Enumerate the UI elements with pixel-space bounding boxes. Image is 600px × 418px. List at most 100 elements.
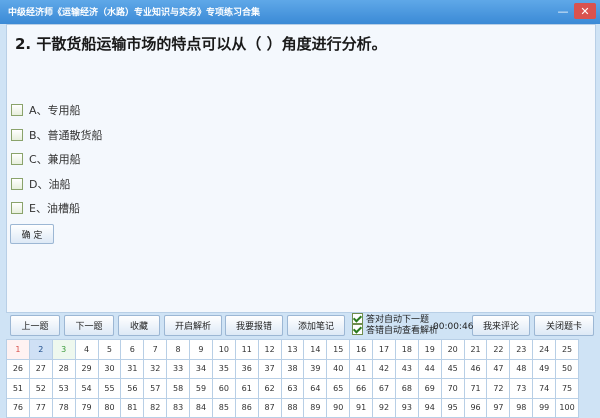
answer-card-cell[interactable]: 81 — [121, 398, 145, 418]
answer-card-cell[interactable]: 11 — [235, 340, 259, 360]
answer-card-cell[interactable]: 51 — [7, 379, 30, 399]
answer-card-cell[interactable]: 20 — [441, 340, 465, 360]
answer-card-cell[interactable]: 43 — [395, 359, 419, 379]
answer-card-cell[interactable]: 70 — [441, 379, 465, 399]
answer-card-cell[interactable]: 23 — [510, 340, 534, 360]
answer-card-cell[interactable]: 52 — [29, 379, 53, 399]
answer-card-cell[interactable]: 96 — [464, 398, 488, 418]
answer-card-cell[interactable]: 58 — [167, 379, 191, 399]
option-d-checkbox[interactable] — [11, 178, 23, 190]
answer-card-cell[interactable]: 29 — [75, 359, 99, 379]
answer-card-cell[interactable]: 57 — [144, 379, 168, 399]
answer-card-cell[interactable]: 26 — [7, 359, 30, 379]
confirm-button[interactable]: 确 定 — [10, 224, 54, 244]
answer-card-cell[interactable]: 38 — [281, 359, 305, 379]
answer-card-cell[interactable]: 91 — [350, 398, 374, 418]
answer-card-cell[interactable]: 34 — [190, 359, 213, 379]
favorite-button[interactable]: 收藏 — [118, 315, 160, 336]
answer-card-cell[interactable]: 94 — [418, 398, 442, 418]
answer-card-cell[interactable]: 100 — [556, 398, 579, 418]
auto-analysis-checkbox[interactable] — [352, 324, 363, 335]
option-d[interactable]: D、油船 — [11, 176, 70, 192]
answer-card-cell[interactable]: 79 — [75, 398, 99, 418]
answer-card-cell[interactable]: 59 — [190, 379, 213, 399]
answer-card-cell[interactable]: 77 — [29, 398, 53, 418]
answer-card-cell[interactable]: 95 — [441, 398, 465, 418]
report-error-button[interactable]: 我要报错 — [225, 315, 283, 336]
answer-card-cell[interactable]: 31 — [121, 359, 145, 379]
answer-card-cell[interactable]: 16 — [350, 340, 374, 360]
comment-button[interactable]: 我来评论 — [472, 315, 530, 336]
answer-card-cell[interactable]: 74 — [533, 379, 557, 399]
answer-card-cell[interactable]: 37 — [258, 359, 282, 379]
answer-card-cell[interactable]: 27 — [29, 359, 53, 379]
answer-card-cell[interactable]: 8 — [167, 340, 191, 360]
answer-card-cell[interactable]: 56 — [121, 379, 145, 399]
add-note-button[interactable]: 添加笔记 — [287, 315, 345, 336]
answer-card-cell[interactable]: 39 — [304, 359, 328, 379]
option-c[interactable]: C、兼用船 — [11, 151, 81, 167]
answer-card-cell[interactable]: 3 — [52, 340, 76, 360]
open-analysis-button[interactable]: 开启解析 — [164, 315, 222, 336]
answer-card-cell[interactable]: 21 — [464, 340, 488, 360]
auto-analysis-toggle[interactable]: 答错自动查看解析 — [352, 323, 438, 336]
answer-card-cell[interactable]: 60 — [212, 379, 236, 399]
option-b[interactable]: B、普通散货船 — [11, 127, 103, 143]
answer-card-cell[interactable]: 76 — [7, 398, 30, 418]
answer-card-cell[interactable]: 41 — [350, 359, 374, 379]
answer-card-cell[interactable]: 44 — [418, 359, 442, 379]
answer-card-cell[interactable]: 19 — [418, 340, 442, 360]
answer-card-cell[interactable]: 1 — [7, 340, 30, 360]
option-b-checkbox[interactable] — [11, 129, 23, 141]
answer-card-cell[interactable]: 30 — [98, 359, 122, 379]
answer-card-cell[interactable]: 36 — [235, 359, 259, 379]
answer-card-cell[interactable]: 82 — [144, 398, 168, 418]
answer-card-cell[interactable]: 28 — [52, 359, 76, 379]
answer-card-cell[interactable]: 93 — [395, 398, 419, 418]
prev-question-button[interactable]: 上一题 — [10, 315, 60, 336]
answer-card-cell[interactable]: 73 — [510, 379, 534, 399]
answer-card-cell[interactable]: 14 — [304, 340, 328, 360]
answer-card-cell[interactable]: 97 — [487, 398, 511, 418]
answer-card-cell[interactable]: 90 — [327, 398, 351, 418]
answer-card-cell[interactable]: 64 — [304, 379, 328, 399]
answer-card-cell[interactable]: 48 — [510, 359, 534, 379]
answer-card-cell[interactable]: 69 — [418, 379, 442, 399]
answer-card-cell[interactable]: 22 — [487, 340, 511, 360]
answer-card-cell[interactable]: 55 — [98, 379, 122, 399]
close-button[interactable]: ✕ — [574, 3, 596, 19]
option-a[interactable]: A、专用船 — [11, 102, 81, 118]
answer-card-cell[interactable]: 67 — [373, 379, 396, 399]
answer-card-cell[interactable]: 45 — [441, 359, 465, 379]
option-a-checkbox[interactable] — [11, 104, 23, 116]
answer-card-cell[interactable]: 13 — [281, 340, 305, 360]
answer-card-cell[interactable]: 65 — [327, 379, 351, 399]
answer-card-cell[interactable]: 54 — [75, 379, 99, 399]
answer-card-cell[interactable]: 88 — [281, 398, 305, 418]
answer-card-cell[interactable]: 35 — [212, 359, 236, 379]
answer-card-cell[interactable]: 99 — [533, 398, 557, 418]
answer-card-cell[interactable]: 12 — [258, 340, 282, 360]
answer-card-cell[interactable]: 10 — [212, 340, 236, 360]
answer-card-cell[interactable]: 46 — [464, 359, 488, 379]
answer-card-cell[interactable]: 18 — [395, 340, 419, 360]
option-e[interactable]: E、油槽船 — [11, 200, 80, 216]
answer-card-cell[interactable]: 92 — [373, 398, 396, 418]
answer-card-cell[interactable]: 32 — [144, 359, 168, 379]
answer-card-cell[interactable]: 72 — [487, 379, 511, 399]
answer-card-cell[interactable]: 89 — [304, 398, 328, 418]
answer-card-cell[interactable]: 53 — [52, 379, 76, 399]
answer-card-cell[interactable]: 84 — [190, 398, 213, 418]
minimize-button[interactable]: — — [552, 3, 574, 19]
answer-card-cell[interactable]: 7 — [144, 340, 168, 360]
answer-card-cell[interactable]: 80 — [98, 398, 122, 418]
answer-card-cell[interactable]: 42 — [373, 359, 396, 379]
answer-card-cell[interactable]: 33 — [167, 359, 191, 379]
answer-card-cell[interactable]: 9 — [190, 340, 213, 360]
answer-card-cell[interactable]: 62 — [258, 379, 282, 399]
answer-card-cell[interactable]: 47 — [487, 359, 511, 379]
answer-card-cell[interactable]: 25 — [556, 340, 579, 360]
answer-card-cell[interactable]: 63 — [281, 379, 305, 399]
answer-card-cell[interactable]: 4 — [75, 340, 99, 360]
answer-card-cell[interactable]: 61 — [235, 379, 259, 399]
